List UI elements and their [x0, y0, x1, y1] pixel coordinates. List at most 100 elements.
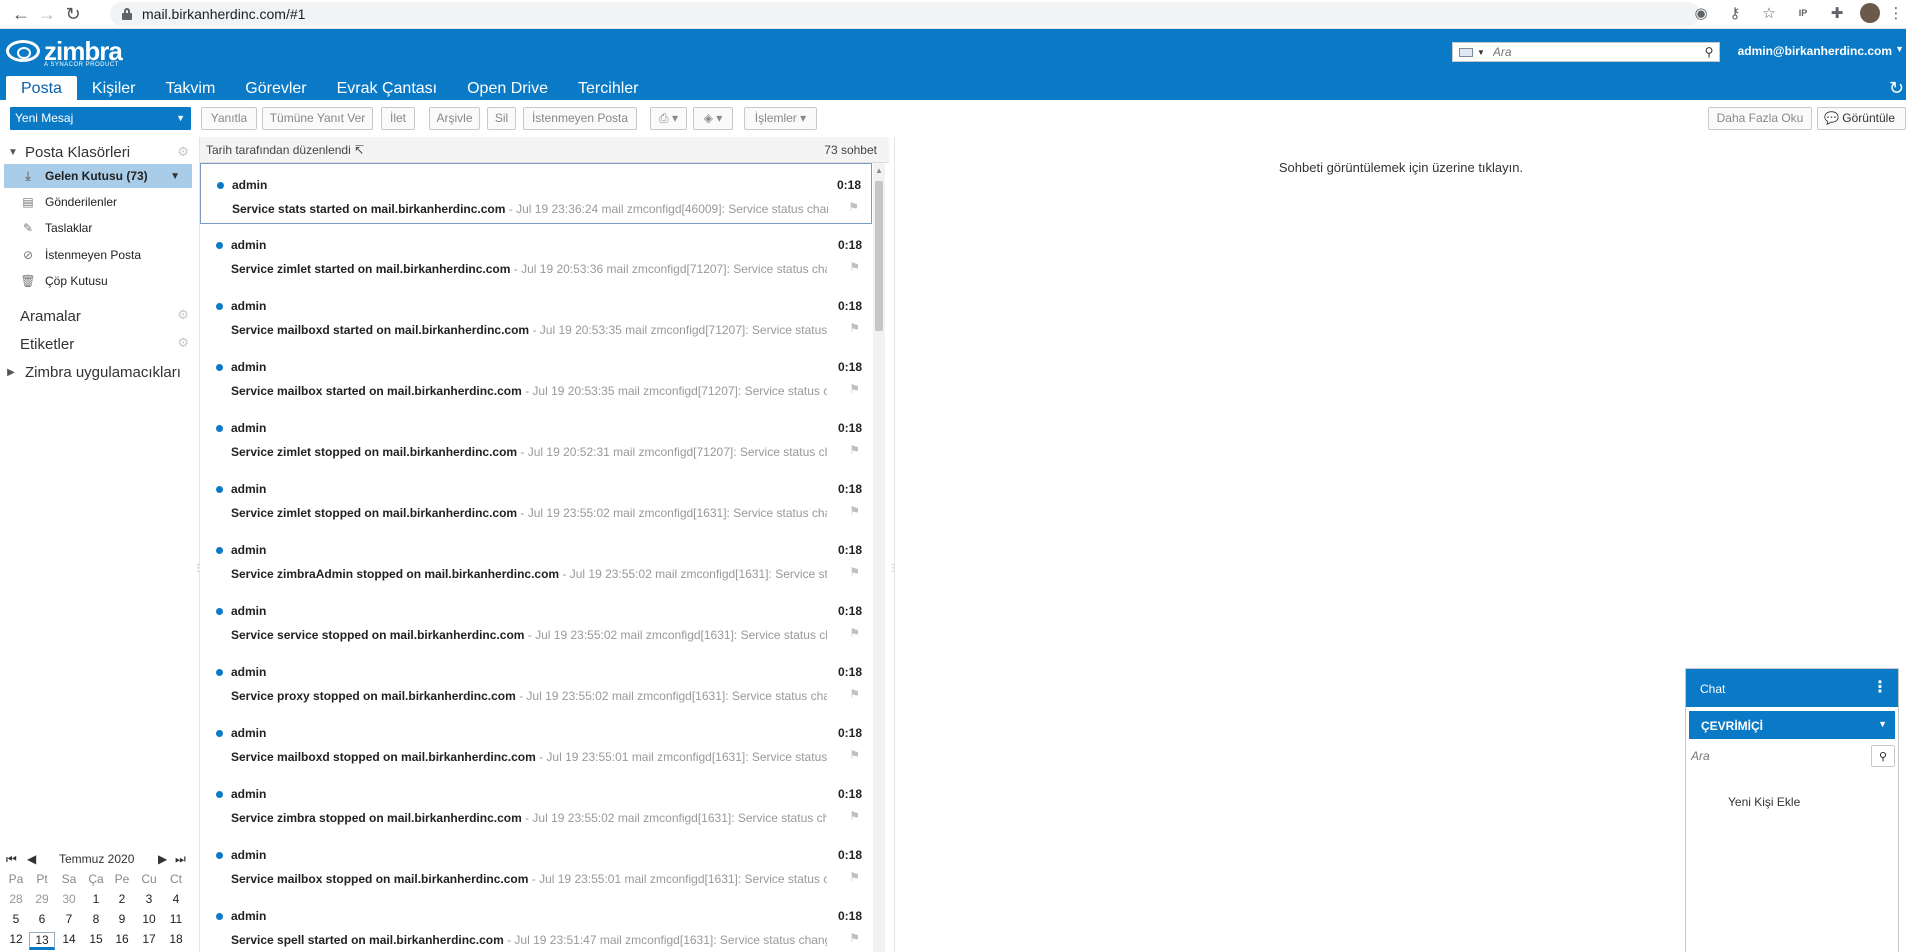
chat-search-input[interactable] [1689, 745, 1869, 767]
puzzle-icon[interactable]: ✚ [1826, 2, 1848, 24]
message-row[interactable]: admin 0:18 Service mailboxd started on mai… [200, 285, 872, 346]
gear-icon[interactable]: ⚙ [177, 307, 189, 323]
reload-icon[interactable]: ↻ [60, 1, 86, 27]
calendar-day[interactable]: 3 [136, 892, 162, 906]
calendar-day[interactable]: 9 [109, 912, 135, 926]
flag-icon[interactable]: ⚑ [849, 382, 860, 396]
unread-dot-icon[interactable] [216, 608, 223, 615]
flag-icon[interactable]: ⚑ [849, 443, 860, 457]
message-row[interactable]: admin 0:18 Service zimlet stopped on mail.… [200, 468, 872, 529]
unread-dot-icon[interactable] [216, 791, 223, 798]
folder-junk[interactable]: ⊘ İstenmeyen Posta [0, 243, 193, 267]
flag-icon[interactable]: ⚑ [849, 321, 860, 335]
gear-icon[interactable]: ⚙ [177, 144, 189, 160]
delete-button[interactable]: Sil [487, 107, 516, 130]
scroll-up-icon[interactable]: ▲ [875, 166, 883, 175]
more-icon[interactable]: ⋮ [1889, 2, 1904, 24]
calendar-day[interactable]: 7 [56, 912, 82, 926]
calendar-day[interactable]: 14 [56, 932, 82, 946]
list-scrollbar[interactable]: ▲ [873, 163, 885, 952]
unread-dot-icon[interactable] [216, 242, 223, 249]
calendar-day[interactable]: 16 [109, 932, 135, 946]
forward-button[interactable]: İlet [381, 107, 415, 130]
flag-icon[interactable]: ⚑ [849, 931, 860, 945]
chat-status-select[interactable]: ÇEVRİMİÇİ ▼ [1689, 711, 1895, 739]
collapse-triangle-icon[interactable]: ▼ [6, 147, 20, 158]
flag-icon[interactable]: ⚑ [849, 565, 860, 579]
calendar-day[interactable]: 30 [56, 892, 82, 906]
flag-icon[interactable]: ⚑ [849, 504, 860, 518]
scroll-thumb[interactable] [875, 181, 883, 331]
calendar-day[interactable]: 12 [3, 932, 29, 946]
actions-button[interactable]: İşlemler ▾ [744, 107, 817, 130]
unread-dot-icon[interactable] [216, 913, 223, 920]
prev-year-icon[interactable]: ⏮ [6, 852, 17, 867]
address-bar[interactable]: mail.birkanherdinc.com/#1 [110, 2, 1700, 26]
message-row[interactable]: admin 0:18 Service spell started on mail.b… [200, 895, 872, 952]
more-vertical-icon[interactable]: ⋮ [1872, 677, 1888, 697]
expand-triangle-icon[interactable]: ▶ [4, 367, 18, 378]
message-row[interactable]: admin 0:18 Service proxy stopped on mail.b… [200, 651, 872, 712]
new-message-button[interactable]: Yeni Mesaj ▼ [10, 107, 191, 130]
next-year-icon[interactable]: ⏭ [175, 852, 186, 867]
message-row[interactable]: admin 0:18 Service stats started on mail.b… [200, 163, 872, 224]
message-row[interactable]: admin 0:18 Service mailbox started on mail… [200, 346, 872, 407]
zimlets-header[interactable]: ▶ Zimbra uygulamacıkları [0, 361, 193, 383]
message-row[interactable]: admin 0:18 Service mailbox stopped on mail… [200, 834, 872, 895]
mail-search-type-icon[interactable] [1459, 47, 1473, 57]
zimbra-logo[interactable]: zimbra A SYNACOR PRODUCT [6, 38, 123, 68]
message-row[interactable]: admin 0:18 Service zimlet stopped on mail.… [200, 407, 872, 468]
key-icon[interactable]: ⚷ [1724, 2, 1746, 24]
refresh-icon[interactable]: ↻ [1889, 78, 1904, 99]
calendar-day[interactable]: 29 [29, 892, 55, 906]
chevron-down-icon[interactable]: ▼ [170, 171, 180, 182]
forward-arrow-icon[interactable]: → [34, 1, 60, 27]
calendar-today[interactable]: 13 [29, 932, 55, 950]
star-icon[interactable]: ☆ [1758, 2, 1780, 24]
message-row[interactable]: admin 0:18 Service zimlet started on mail.… [200, 224, 872, 285]
unread-dot-icon[interactable] [217, 182, 224, 189]
read-more-button[interactable]: Daha Fazla Oku [1708, 107, 1812, 130]
message-row[interactable]: admin 0:18 Service zimbraAdmin stopped on … [200, 529, 872, 590]
prev-month-icon[interactable]: ◀ [27, 852, 36, 866]
reply-button[interactable]: Yanıtla [201, 107, 257, 130]
unread-dot-icon[interactable] [216, 547, 223, 554]
folder-sent[interactable]: ▤ Gönderilenler [0, 190, 193, 214]
flag-icon[interactable]: ⚑ [849, 809, 860, 823]
calendar-day[interactable]: 17 [136, 932, 162, 946]
view-button[interactable]: 💬 Görüntüle [1817, 107, 1906, 130]
tab-evrak-cantasi[interactable]: Evrak Çantası [322, 76, 452, 100]
unread-dot-icon[interactable] [216, 730, 223, 737]
reply-all-button[interactable]: Tümüne Yanıt Ver [262, 107, 373, 130]
calendar-day[interactable]: 4 [163, 892, 189, 906]
unread-dot-icon[interactable] [216, 486, 223, 493]
calendar-day[interactable]: 18 [163, 932, 189, 946]
unread-dot-icon[interactable] [216, 425, 223, 432]
tab-posta[interactable]: Posta [6, 76, 77, 100]
tag-button[interactable]: ◈ ▾ [693, 107, 733, 130]
calendar-day[interactable]: 1 [83, 892, 109, 906]
search-icon[interactable]: ⚲ [1699, 45, 1719, 59]
tab-takvim[interactable]: Takvim [150, 76, 230, 100]
message-row[interactable]: admin 0:18 Service zimbra stopped on mail.… [200, 773, 872, 834]
calendar-day[interactable]: 8 [83, 912, 109, 926]
avatar[interactable] [1860, 3, 1880, 23]
calendar-day[interactable]: 5 [3, 912, 29, 926]
flag-icon[interactable]: ⚑ [849, 870, 860, 884]
back-arrow-icon[interactable]: ← [8, 1, 34, 27]
tab-kisiler[interactable]: Kişiler [77, 76, 151, 100]
search-input[interactable] [1492, 45, 1699, 59]
eye-icon[interactable]: ◉ [1690, 2, 1712, 24]
user-menu[interactable]: admin@birkanherdinc.com [1738, 44, 1892, 58]
unread-dot-icon[interactable] [216, 669, 223, 676]
add-contact-link[interactable]: Yeni Kişi Ekle [1728, 795, 1800, 809]
flag-icon[interactable]: ⚑ [849, 687, 860, 701]
tab-gorevler[interactable]: Görevler [230, 76, 321, 100]
flag-icon[interactable]: ⚑ [849, 260, 860, 274]
tab-tercihler[interactable]: Tercihler [563, 76, 653, 100]
next-month-icon[interactable]: ▶ [158, 852, 167, 866]
message-row[interactable]: admin 0:18 Service mailboxd stopped on mai… [200, 712, 872, 773]
search-icon[interactable]: ⚲ [1871, 745, 1895, 767]
ip-extension-icon[interactable]: IP [1792, 2, 1814, 24]
calendar-day[interactable]: 28 [3, 892, 29, 906]
